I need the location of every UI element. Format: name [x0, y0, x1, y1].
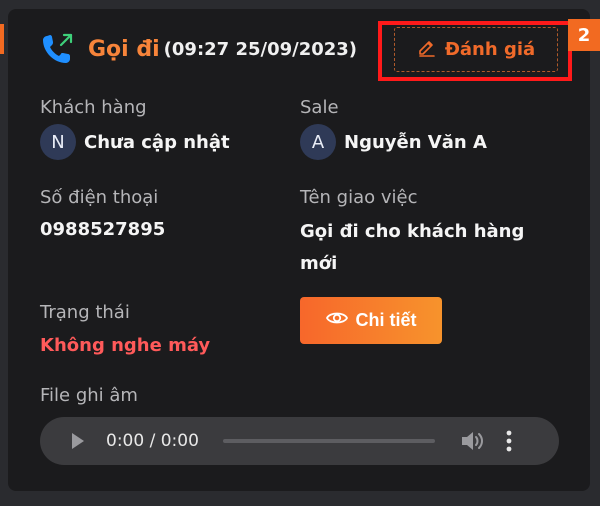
- task-label: Tên giao việc: [300, 187, 418, 208]
- phone-value: 0988527895: [40, 219, 166, 240]
- status-value: Không nghe máy: [40, 335, 211, 356]
- pencil-icon: [417, 37, 437, 62]
- audio-progress-bar[interactable]: [222, 439, 435, 443]
- detail-button[interactable]: Chi tiết: [300, 297, 442, 344]
- call-log-card: Gọi đi (09:27 25/09/2023) Đánh giá Khách…: [8, 9, 590, 491]
- sale-avatar: A: [300, 124, 336, 160]
- step-badge: 2: [568, 19, 600, 51]
- eye-icon: [325, 310, 348, 331]
- rate-button-label: Đánh giá: [444, 39, 536, 60]
- outgoing-call-icon: [40, 32, 74, 66]
- rate-button[interactable]: Đánh giá: [394, 27, 558, 72]
- more-options-icon[interactable]: [505, 430, 513, 452]
- detail-button-label: Chi tiết: [355, 310, 417, 330]
- sale-name: Nguyễn Văn A: [344, 131, 487, 153]
- sale-info: A Nguyễn Văn A: [300, 124, 487, 160]
- call-header: Gọi đi (09:27 25/09/2023): [40, 29, 357, 69]
- audio-time-readout: 0:00 / 0:00: [106, 431, 199, 451]
- left-edge-marker: [0, 24, 4, 54]
- task-value: Gọi đi cho khách hàng mới: [300, 221, 525, 274]
- recording-label: File ghi âm: [40, 385, 138, 406]
- status-label: Trạng thái: [40, 302, 130, 323]
- customer-name: Chưa cập nhật: [84, 131, 230, 153]
- volume-icon[interactable]: [459, 429, 485, 453]
- phone-label: Số điện thoại: [40, 187, 159, 208]
- customer-info: N Chưa cập nhật: [40, 124, 230, 160]
- sale-label: Sale: [300, 97, 339, 118]
- customer-avatar: N: [40, 124, 76, 160]
- play-icon[interactable]: [70, 431, 86, 451]
- customer-label: Khách hàng: [40, 97, 147, 118]
- call-type-title: Gọi đi: [88, 36, 160, 62]
- audio-player: 0:00 / 0:00: [40, 417, 559, 465]
- call-timestamp: (09:27 25/09/2023): [163, 38, 358, 60]
